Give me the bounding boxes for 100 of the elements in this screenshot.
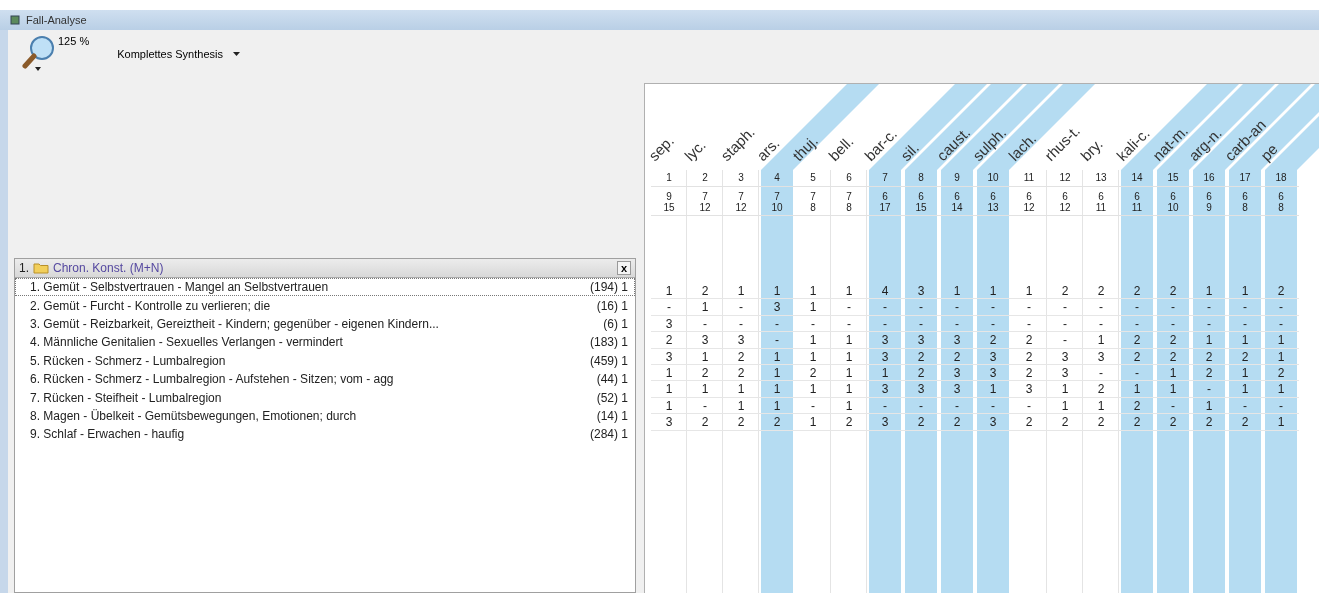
rubric-row[interactable]: 1. Gemüt - Selbstvertrauen - Mangel an Selbstvertrauen (194) 1: [15, 278, 635, 297]
remedy-number: 10: [986, 171, 1000, 185]
close-button[interactable]: x: [616, 261, 631, 275]
grade-cell: -: [903, 397, 939, 415]
grade-cell: 1: [687, 381, 723, 398]
grade-cell: 1: [1083, 332, 1119, 349]
remedy-label[interactable]: bry.: [1077, 135, 1106, 164]
grade-cell: -: [867, 299, 903, 316]
remedy-totals: 7 8: [831, 186, 867, 216]
grade-cell: -: [1047, 332, 1083, 349]
remedy-totals: 6 8: [1227, 186, 1263, 216]
grade-cell: -: [1155, 397, 1191, 415]
grade-cell: -: [1011, 299, 1047, 316]
remedy-totals: 6 13: [975, 186, 1011, 216]
grade-cell: 4: [867, 283, 903, 300]
grade-cell: -: [1191, 381, 1227, 398]
rubric-row[interactable]: 6. Rücken - Schmerz - Lumbalregion - Aufstehen - Sitzen; vom - agg (44) 1: [15, 369, 635, 389]
rubric-row[interactable]: 4. Männliche Genitalien - Sexuelles Verlangen - vermindert (183) 1: [15, 333, 635, 352]
remedy-number: 11: [1022, 171, 1036, 185]
remedy-totals: 7 10: [759, 186, 795, 216]
grade-cell: 1: [1227, 364, 1263, 382]
grade-cell: 1: [795, 283, 831, 300]
grade-cell: 2: [831, 414, 867, 431]
grade-cell: -: [831, 299, 867, 316]
grade-cell: 2: [903, 414, 939, 431]
grade-cell: 1: [831, 381, 867, 398]
remedy-number: 15: [1166, 171, 1180, 185]
grade-cell: 3: [903, 332, 939, 349]
rubric-row[interactable]: 7. Rücken - Steifheit - Lumbalregion (52) 1: [15, 388, 635, 407]
remedy-label[interactable]: sep.: [645, 131, 678, 164]
grade-cell: -: [1191, 299, 1227, 316]
grade-cell: 1: [759, 381, 795, 398]
remedy-label[interactable]: lyc.: [681, 136, 709, 164]
group-number: 1.: [19, 261, 29, 275]
grade-cell: -: [867, 315, 903, 333]
grade-cell: 3: [867, 348, 903, 365]
remedy-number: 1: [665, 171, 673, 185]
remedy-number: 5: [809, 171, 817, 185]
grade-cell: 1: [831, 332, 867, 349]
grade-cell: 1: [723, 397, 759, 415]
grade-cell: 2: [1191, 414, 1227, 431]
grade-cell: 1: [1083, 397, 1119, 415]
remedy-totals: 7 8: [795, 186, 831, 216]
grade-cell: 1: [723, 381, 759, 398]
remedy-label[interactable]: ars.: [753, 134, 783, 164]
grade-cell: 2: [1119, 414, 1155, 431]
remedy-number: 17: [1238, 171, 1252, 185]
remedy-number: 18: [1274, 171, 1288, 185]
grade-cell: 1: [1047, 397, 1083, 415]
grade-cell: 2: [1263, 364, 1299, 382]
grade-cell: 3: [975, 364, 1011, 382]
zoom-button[interactable]: 125 %: [22, 35, 90, 73]
grade-cell: 1: [1263, 332, 1299, 349]
grade-cell: 3: [867, 381, 903, 398]
remedy-number: 2: [701, 171, 709, 185]
grade-cell: 1: [1263, 414, 1299, 431]
rubric-row[interactable]: 2. Gemüt - Furcht - Kontrolle zu verlieren; die (16) 1: [15, 296, 635, 315]
grade-cell: 1: [975, 283, 1011, 300]
remedy-label[interactable]: bell.: [825, 132, 857, 164]
grade-cell: -: [1155, 315, 1191, 333]
grade-cell: 2: [903, 348, 939, 365]
grade-cell: 2: [795, 364, 831, 382]
grade-cell: 1: [651, 364, 687, 382]
grade-cell: 1: [867, 364, 903, 382]
rubric-text: 4. Männliche Genitalien - Sexuelles Verlangen - vermindert: [30, 335, 344, 350]
grade-cell: 1: [831, 397, 867, 415]
grade-cell: 1: [759, 397, 795, 415]
caret-icon: [233, 52, 240, 56]
grade-cell: 1: [1263, 348, 1299, 365]
remedy-label[interactable]: lach.: [1005, 129, 1040, 164]
grade-cell: 2: [1083, 414, 1119, 431]
rubric-row[interactable]: 8. Magen - Übelkeit - Gemütsbewegungen, Emotionen; durch (14) 1: [15, 406, 635, 426]
grade-cell: -: [687, 397, 723, 415]
grade-cell: -: [939, 397, 975, 415]
grade-cell: 3: [903, 381, 939, 398]
grade-cell: -: [1119, 315, 1155, 333]
grade-cell: -: [1083, 299, 1119, 316]
grade-cell: 1: [795, 381, 831, 398]
grade-cell: -: [1227, 397, 1263, 415]
grade-cell: 2: [759, 414, 795, 431]
remedy-label[interactable]: sil.: [897, 139, 922, 164]
rubric-row[interactable]: 9. Schlaf - Erwachen - haufig (284) 1: [15, 425, 635, 444]
remedy-totals: 7 12: [723, 186, 759, 216]
remedy-label[interactable]: thuj.: [789, 131, 822, 164]
grade-cell: 1: [831, 348, 867, 365]
grade-cell: 1: [831, 364, 867, 382]
rubric-count: (14) 1: [596, 408, 628, 423]
grade-cell: 1: [795, 332, 831, 349]
remedy-totals: 7 12: [687, 186, 723, 216]
grade-cell: 2: [1119, 397, 1155, 415]
grade-cell: 1: [651, 283, 687, 300]
rubric-text: 9. Schlaf - Erwachen - haufig: [30, 427, 186, 442]
rubric-row[interactable]: 3. Gemüt - Reizbarkeit, Gereiztheit - Kindern; gegenüber - eigenen Kindern... (6) 1: [15, 314, 635, 334]
rubric-row[interactable]: 5. Rücken - Schmerz - Lumbalregion (459) 1: [15, 351, 635, 370]
grade-cell: 2: [687, 283, 723, 300]
rubric-count: (44) 1: [596, 372, 628, 387]
grade-cell: 2: [939, 348, 975, 365]
remedy-number: 14: [1130, 171, 1144, 185]
remedy-totals: 6 11: [1119, 186, 1155, 216]
view-dropdown[interactable]: Komplettes Synthesis: [113, 46, 244, 62]
